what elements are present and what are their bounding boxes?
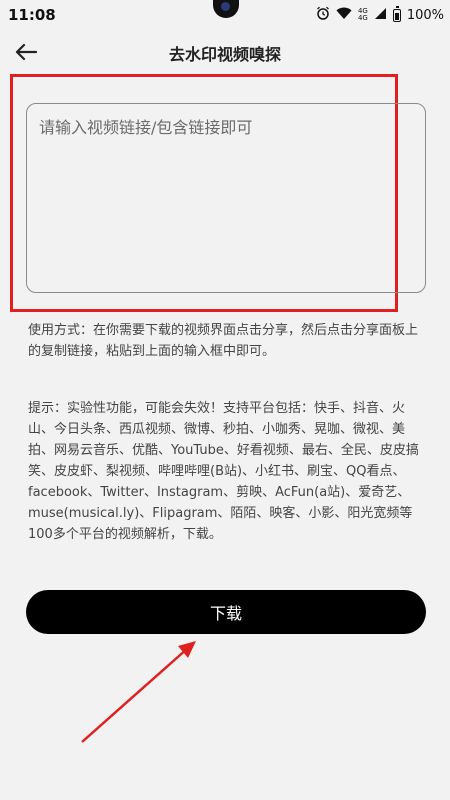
signal-network-label: 4G 4G	[357, 7, 368, 22]
wifi-icon	[336, 7, 352, 24]
battery-percent: 100%	[406, 7, 444, 23]
video-link-input[interactable]	[26, 103, 426, 293]
arrow-left-icon	[15, 43, 38, 65]
download-button[interactable]: 下载	[26, 590, 426, 634]
status-bar: 11:08 4G 4G 100%	[0, 0, 450, 30]
battery-icon	[392, 5, 401, 22]
camera-notch	[213, 0, 239, 18]
supported-platforms-tip: 提示：实验性功能，可能会失效！支持平台包括：快手、抖音、火山、今日头条、西瓜视频…	[28, 401, 419, 542]
usage-instructions: 使用方式：在你需要下载的视频界面点击分享，然后点击分享面板上的复制链接，粘贴到上…	[28, 323, 419, 359]
alarm-icon	[316, 6, 330, 24]
back-button[interactable]	[8, 36, 44, 72]
signal-icon	[374, 7, 387, 24]
app-header: 去水印视频嗅探	[0, 30, 450, 76]
page-title: 去水印视频嗅探	[168, 45, 281, 64]
status-icons: 4G 4G 100%	[316, 5, 444, 24]
status-time: 11:08	[8, 6, 56, 24]
